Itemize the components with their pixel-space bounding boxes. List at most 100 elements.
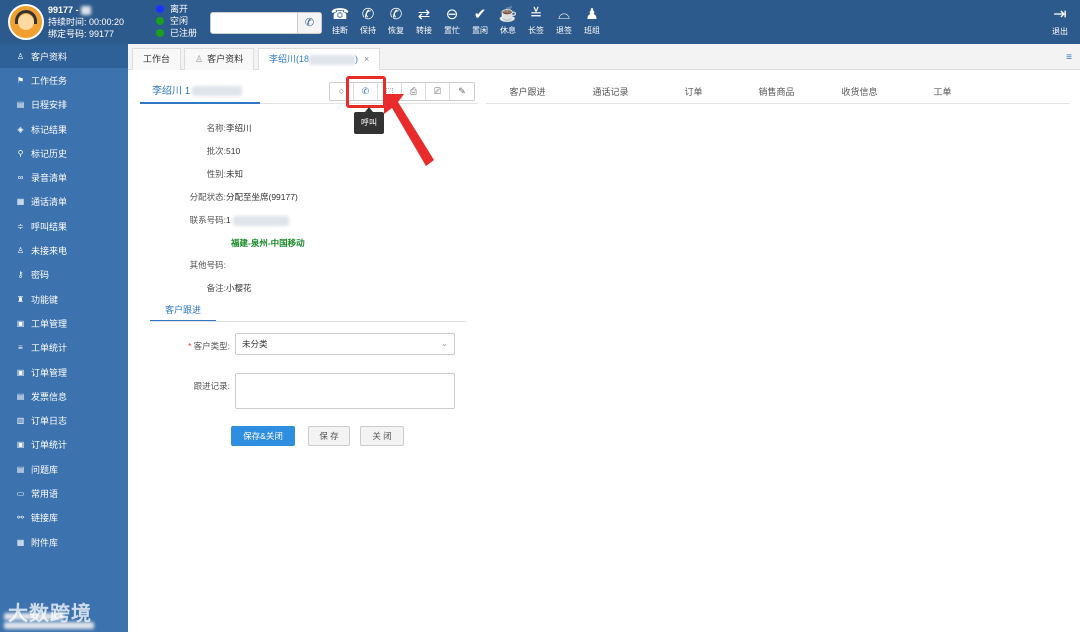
tool-hangup-button[interactable]: ☎ 挂断 [326, 4, 354, 36]
idle-icon: ✔ [473, 6, 487, 23]
recording-icon: ∞ [17, 173, 24, 183]
tool-rest-button[interactable]: ☕ 休息 [494, 4, 522, 36]
detail-tab[interactable]: 工单 [901, 84, 984, 103]
sidebar-item-order[interactable]: ▣ 订单管理 [0, 360, 128, 384]
sidebar-item-tag[interactable]: ◈ 标记结果 [0, 117, 128, 141]
detail-tab[interactable]: 客户跟进 [486, 84, 569, 103]
detail-tab[interactable]: 订单 [652, 84, 735, 103]
customer-type-select[interactable]: 未分类 ⌄ [235, 333, 455, 355]
sidebar-item-recording[interactable]: ∞ 录音清单 [0, 165, 128, 189]
agent-status-list: 离开 空闲 已注册 [156, 3, 197, 39]
detail-tab[interactable]: 收货信息 [818, 84, 901, 103]
save-close-button[interactable]: 保存&关闭 [231, 426, 295, 446]
logout-button[interactable]: ⇥ 退出 [1048, 4, 1072, 37]
close-button[interactable]: 关 闭 [360, 426, 404, 446]
sidebar-item-task[interactable]: ⚑ 工作任务 [0, 68, 128, 92]
tool-long-sign-button[interactable]: ≚ 长签 [522, 4, 550, 36]
watermark: 大数跨境 [8, 603, 92, 625]
sidebar-item-link[interactable]: ⚯ 链接库 [0, 506, 128, 530]
sidebar-item-call-list[interactable]: ▦ 通话清单 [0, 190, 128, 214]
status-idle[interactable]: 空闲 [156, 15, 197, 27]
sidebar-item-call-result[interactable]: ≑ 呼叫结果 [0, 214, 128, 238]
follow-record-textarea[interactable] [235, 373, 455, 409]
tool-team-button[interactable]: ♟ 班组 [578, 4, 606, 36]
call-result-icon: ≑ [17, 221, 24, 231]
customer-field: 分配状态:分配至坐席(99177) [128, 191, 298, 203]
tag-icon: ◈ [17, 124, 24, 134]
sidebar-item-order-stats[interactable]: ▣ 订单统计 [0, 433, 128, 457]
sidebar-item-attachment[interactable]: ▦ 附件库 [0, 530, 128, 554]
tab-workbench[interactable]: 工作台 [132, 48, 182, 70]
field-value: 小樱花 [226, 283, 252, 293]
customer-field: 批次:510 [128, 145, 241, 157]
field-label: 批次: [206, 146, 226, 156]
status-away[interactable]: 离开 [156, 3, 197, 15]
tab-label: 工作台 [143, 54, 171, 64]
dial-button[interactable]: ✆ [297, 13, 321, 33]
busy-icon: ⊖ [445, 6, 459, 23]
sidebar-item-label: 呼叫结果 [31, 221, 68, 232]
sidebar-item-question[interactable]: ▤ 问题库 [0, 457, 128, 481]
agent-name: 99177 - [48, 5, 82, 15]
tool-transfer-button[interactable]: ⇄ 转接 [410, 4, 438, 36]
edit-icon: ✎ [458, 86, 466, 96]
sidebar-item-invoice[interactable]: ▤ 发票信息 [0, 384, 128, 408]
link-icon: ⚯ [17, 513, 24, 523]
edit-button[interactable]: ✎ [450, 83, 474, 100]
tool-label: 保持 [360, 26, 376, 35]
task-icon: ⚑ [16, 75, 25, 85]
status-dot-icon [156, 29, 164, 37]
dial-input[interactable] [213, 15, 297, 31]
tool-idle-button[interactable]: ✔ 置闲 [466, 4, 494, 36]
sidebar-item-phrases[interactable]: ▭ 常用语 [0, 481, 128, 505]
phrases-icon: ▭ [16, 488, 25, 498]
logout-icon: ⇥ [1053, 6, 1067, 23]
tool-busy-button[interactable]: ⊖ 置忙 [438, 4, 466, 36]
dial-box: ✆ [210, 12, 322, 34]
sidebar-item-label: 发票信息 [31, 391, 68, 402]
sidebar-item-calendar[interactable]: ▤ 日程安排 [0, 93, 128, 117]
sidebar-item-customer[interactable]: ♙ 客户资料 [0, 44, 128, 69]
field-label: 备注: [206, 283, 226, 293]
tab-customer-detail[interactable]: 李绍川(18) × [258, 48, 381, 71]
sidebar-item-label: 标记历史 [31, 148, 68, 159]
status-registered[interactable]: 已注册 [156, 27, 197, 39]
close-tab-icon[interactable]: × [364, 54, 369, 64]
attachment-icon: ▦ [16, 537, 25, 547]
call-list-icon: ▦ [16, 197, 25, 207]
tool-sign-out-button[interactable]: ⌓ 退签 [550, 4, 578, 36]
sidebar-item-history[interactable]: ⚲ 标记历史 [0, 141, 128, 165]
follow-up-tab[interactable]: 客户跟进 [150, 302, 216, 322]
sidebar-item-stats[interactable]: ≡ 工单统计 [0, 336, 128, 360]
tool-label: 置忙 [444, 26, 460, 35]
divider [150, 321, 466, 322]
save-button[interactable]: 保 存 [308, 426, 350, 446]
workorder-icon: ▣ [16, 318, 25, 328]
tab-menu-icon[interactable]: ≡ [1066, 52, 1072, 63]
customer-field: 名称:李绍川 [128, 122, 252, 134]
customer-icon: ♙ [16, 51, 25, 61]
tool-hold-button[interactable]: ✆ 保持 [354, 4, 382, 36]
follow-record-label: 跟进记录: [193, 381, 230, 391]
bound-value: 99177 [89, 29, 115, 39]
order-log-icon: ▥ [16, 416, 25, 426]
sidebar-item-label: 未接来电 [31, 246, 68, 257]
key-icon: ⚷ [17, 270, 24, 280]
user-icon: ♙ [195, 54, 204, 64]
agent-avatar[interactable] [8, 4, 44, 40]
tool-label: 置闲 [472, 26, 488, 35]
tool-label: 恢复 [388, 26, 404, 35]
sidebar-item-function-key[interactable]: ♜ 功能键 [0, 287, 128, 311]
customer-name-tab[interactable]: 李绍川 1 [140, 84, 260, 104]
sidebar-item-order-log[interactable]: ▥ 订单日志 [0, 408, 128, 432]
sidebar-item-workorder[interactable]: ▣ 工单管理 [0, 311, 128, 335]
sidebar-item-missed-call[interactable]: ♙ 未接来电 [0, 238, 128, 262]
detail-tab[interactable]: 销售商品 [735, 84, 818, 103]
sidebar-item-label: 功能键 [31, 294, 59, 305]
status-dot-icon [156, 5, 164, 13]
duration-value: 00:00:20 [89, 17, 125, 27]
sidebar-item-key[interactable]: ⚷ 密码 [0, 263, 128, 287]
tab-customer-info[interactable]: ♙ 客户资料 [184, 48, 255, 70]
detail-tab[interactable]: 通话记录 [569, 84, 652, 103]
tool-resume-button[interactable]: ✆ 恢复 [382, 4, 410, 36]
